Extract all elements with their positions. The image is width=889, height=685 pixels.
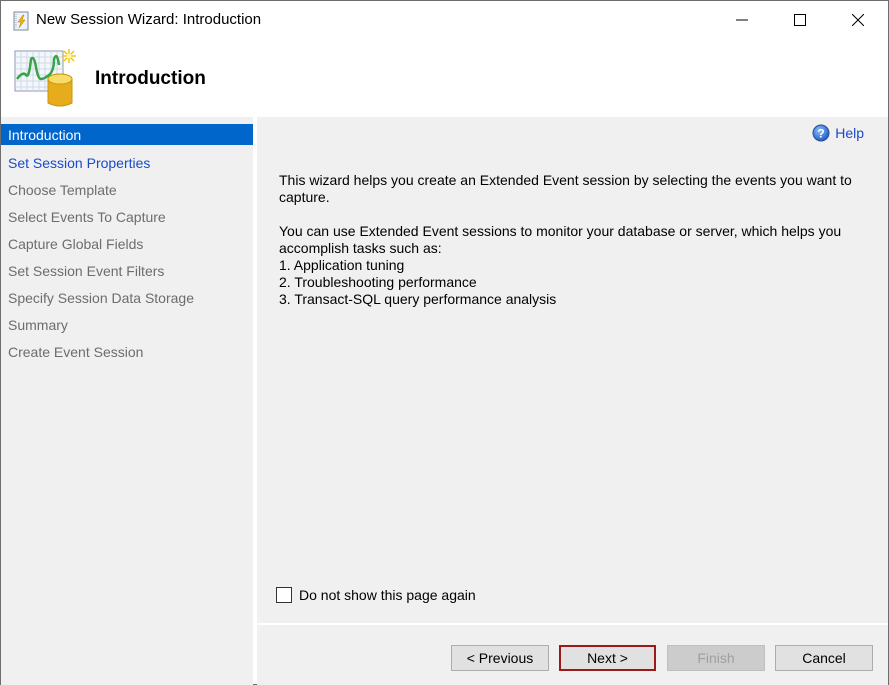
next-button[interactable]: Next > bbox=[559, 645, 656, 671]
maximize-button[interactable] bbox=[771, 1, 829, 39]
help-icon: ? bbox=[812, 124, 830, 142]
nav-item-data-storage: Specify Session Data Storage bbox=[8, 290, 194, 306]
app-icon bbox=[11, 11, 31, 31]
close-icon bbox=[852, 14, 864, 26]
task-item: 2. Troubleshooting performance bbox=[279, 274, 477, 290]
intro-paragraph-2: You can use Extended Event sessions to m… bbox=[279, 223, 842, 256]
svg-text:?: ? bbox=[818, 127, 825, 141]
help-label: Help bbox=[835, 125, 864, 141]
wizard-header: Introduction bbox=[1, 39, 888, 117]
minimize-icon bbox=[736, 19, 748, 21]
nav-item-set-session-properties[interactable]: Set Session Properties bbox=[1, 151, 253, 178]
task-item: 3. Transact-SQL query performance analys… bbox=[279, 291, 557, 307]
nav-item-create-event-session: Create Event Session bbox=[8, 344, 144, 360]
extended-events-icon bbox=[13, 45, 81, 111]
nav-item-select-events: Select Events To Capture bbox=[8, 209, 166, 225]
close-button[interactable] bbox=[829, 1, 887, 39]
maximize-icon bbox=[794, 14, 806, 26]
task-item: 1. Application tuning bbox=[279, 257, 405, 273]
previous-button[interactable]: < Previous bbox=[451, 645, 549, 671]
dont-show-again-checkbox[interactable] bbox=[276, 587, 292, 603]
title-bar: New Session Wizard: Introduction bbox=[1, 1, 888, 39]
intro-text: This wizard helps you create an Extended… bbox=[279, 172, 869, 308]
minimize-button[interactable] bbox=[713, 1, 771, 39]
nav-item-choose-template: Choose Template bbox=[8, 182, 117, 198]
finish-button: Finish bbox=[667, 645, 765, 671]
wizard-window: New Session Wizard: Introduction Introdu… bbox=[0, 0, 889, 685]
window-title: New Session Wizard: Introduction bbox=[36, 11, 262, 28]
cancel-button[interactable]: Cancel bbox=[775, 645, 873, 671]
page-title: Introduction bbox=[95, 68, 206, 89]
nav-item-summary: Summary bbox=[8, 317, 68, 333]
help-link[interactable]: ? Help bbox=[812, 124, 864, 142]
nav-item-set-event-filters: Set Session Event Filters bbox=[8, 263, 165, 279]
wizard-steps-nav: Introduction Set Session Properties Choo… bbox=[1, 117, 253, 685]
dont-show-again-label[interactable]: Do not show this page again bbox=[299, 587, 476, 603]
button-bar: < Previous Next > Finish Cancel bbox=[257, 625, 888, 685]
intro-paragraph-1: This wizard helps you create an Extended… bbox=[279, 172, 852, 205]
nav-item-introduction[interactable]: Introduction bbox=[1, 124, 253, 145]
content-pane: ? Help This wizard helps you create an E… bbox=[257, 117, 888, 623]
dont-show-again-option[interactable]: Do not show this page again bbox=[276, 587, 476, 603]
nav-item-capture-global-fields: Capture Global Fields bbox=[8, 236, 144, 252]
